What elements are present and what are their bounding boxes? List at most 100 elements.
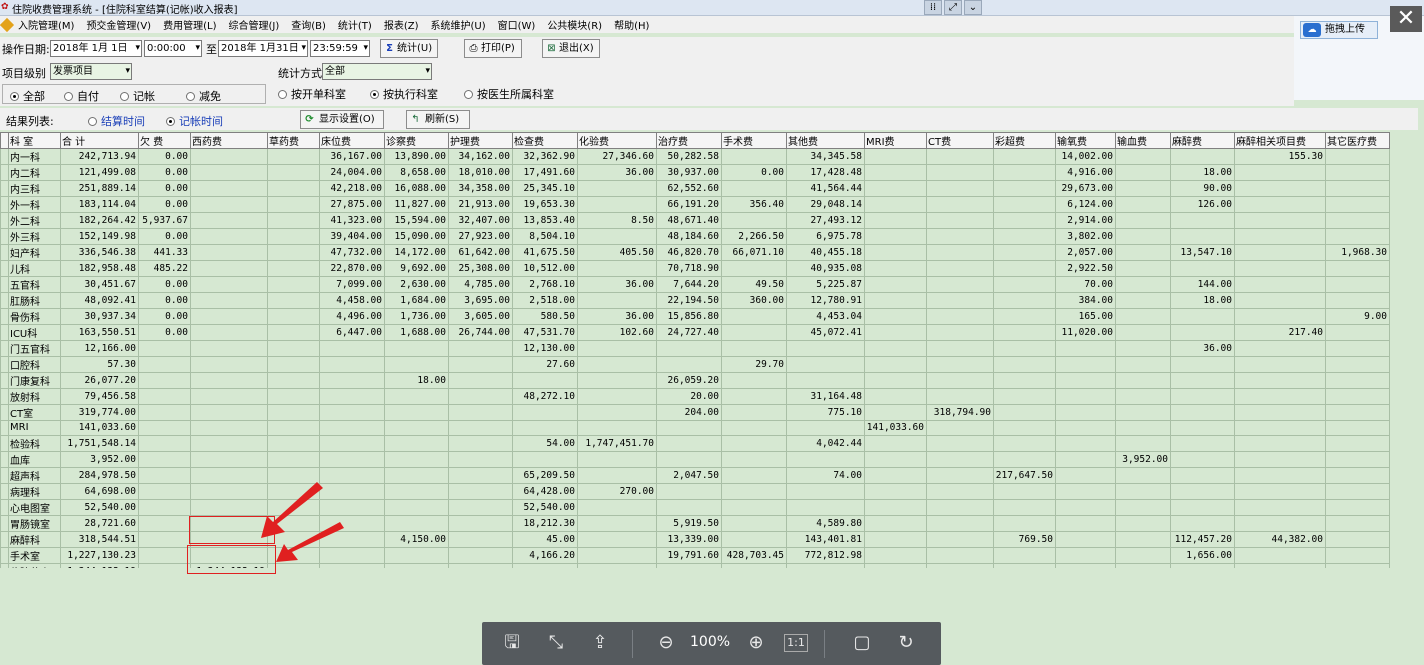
amount-cell[interactable] [1170,562,1235,568]
amount-cell[interactable] [993,482,1056,500]
amount-cell[interactable]: 47,531.70 [512,324,578,341]
amount-cell[interactable] [1325,434,1390,452]
amount-cell[interactable] [1055,356,1116,373]
radio-pay-reduce[interactable]: 减免 [186,88,221,104]
table-row[interactable]: 外三科 152,149.98 0.00 39,404.00 15,090.00 27,92… [0,228,1390,245]
amount-cell[interactable] [448,530,513,548]
amount-cell[interactable]: 34,358.00 [448,180,513,197]
table-row[interactable]: 外二科 182,264.42 5,937.67 41,323.00 15,594.00 3… [0,212,1390,229]
table-row[interactable]: 妇产科 336,546.38 441.33 47,732.00 14,172.00 61,… [0,244,1390,261]
amount-cell[interactable] [1234,260,1326,277]
amount-cell[interactable] [1325,404,1390,421]
amount-cell[interactable] [138,546,191,564]
start-date-picker[interactable]: 2018年 1月 1日 [50,40,142,57]
amount-cell[interactable]: 318,794.90 [926,404,994,421]
amount-cell[interactable]: 0.00 [138,308,191,325]
amount-cell[interactable] [1234,340,1326,357]
amount-cell[interactable] [384,482,449,500]
amount-cell[interactable]: 251,889.14 [60,180,139,197]
amount-cell[interactable] [138,388,191,405]
amount-cell[interactable]: 41,323.00 [319,212,385,229]
amount-cell[interactable] [384,514,449,532]
amount-cell[interactable] [1325,276,1390,293]
amount-cell[interactable] [786,450,865,468]
amount-cell[interactable]: 1,656.00 [1170,546,1235,564]
amount-cell[interactable] [993,164,1056,181]
amount-cell[interactable] [1234,308,1326,325]
amount-cell[interactable] [864,164,927,181]
amount-cell[interactable]: 0.00 [138,228,191,245]
amount-cell[interactable] [267,260,320,277]
amount-cell[interactable] [267,404,320,421]
column-header[interactable]: 护理费 [448,132,513,149]
amount-cell[interactable]: 0.00 [138,148,191,165]
amount-cell[interactable]: 9.00 [1325,308,1390,325]
amount-cell[interactable] [577,292,657,309]
table-row[interactable]: 口腔科 57.30 27.60 29.70 [0,356,1390,373]
amount-cell[interactable] [721,530,787,548]
amount-cell[interactable]: 32,407.00 [448,212,513,229]
amount-cell[interactable] [1055,498,1116,516]
amount-cell[interactable]: 34,162.00 [448,148,513,165]
amount-cell[interactable]: 405.50 [577,244,657,261]
amount-cell[interactable]: 24,727.40 [656,324,722,341]
amount-cell[interactable] [1115,498,1171,516]
amount-cell[interactable]: 360.00 [721,292,787,309]
amount-cell[interactable] [1325,498,1390,516]
amount-cell[interactable]: 141,033.60 [864,420,927,436]
column-header[interactable]: 手术费 [721,132,787,149]
amount-cell[interactable] [1325,388,1390,405]
amount-cell[interactable] [448,404,513,421]
amount-cell[interactable] [577,356,657,373]
amount-cell[interactable] [721,450,787,468]
amount-cell[interactable] [1170,388,1235,405]
table-row[interactable]: 内三科 251,889.14 0.00 42,218.00 16,088.00 34,35… [0,180,1390,197]
amount-cell[interactable] [721,420,787,436]
amount-cell[interactable] [926,196,994,213]
amount-cell[interactable] [993,228,1056,245]
amount-cell[interactable] [1325,420,1390,436]
amount-cell[interactable]: 2,630.00 [384,276,449,293]
amount-cell[interactable] [267,450,320,468]
amount-cell[interactable] [319,434,385,452]
amount-cell[interactable] [448,546,513,564]
amount-cell[interactable]: 155.30 [1234,148,1326,165]
dept-cell[interactable]: 手术室 [8,546,61,564]
amount-cell[interactable] [786,340,865,357]
dept-cell[interactable]: 门康复科 [8,372,61,389]
amount-cell[interactable] [1115,308,1171,325]
amount-cell[interactable]: 152,149.98 [60,228,139,245]
amount-cell[interactable] [1115,514,1171,532]
amount-cell[interactable]: 0.00 [721,164,787,181]
amount-cell[interactable]: 22,870.00 [319,260,385,277]
amount-cell[interactable]: 27.60 [512,356,578,373]
save-icon[interactable]: 🖫 [500,631,524,655]
amount-cell[interactable] [1115,530,1171,548]
amount-cell[interactable]: 27,493.12 [786,212,865,229]
amount-cell[interactable]: 165.00 [1055,308,1116,325]
amount-cell[interactable]: 217.40 [1234,324,1326,341]
amount-cell[interactable] [656,562,722,568]
amount-cell[interactable] [1325,372,1390,389]
amount-cell[interactable] [267,388,320,405]
amount-cell[interactable] [721,404,787,421]
amount-cell[interactable] [926,180,994,197]
amount-cell[interactable] [1170,420,1235,436]
amount-cell[interactable] [993,372,1056,389]
column-header[interactable]: 其它医疗费 [1325,132,1390,149]
amount-cell[interactable] [319,404,385,421]
amount-cell[interactable] [1170,372,1235,389]
amount-cell[interactable] [656,434,722,452]
menu-item[interactable]: 窗口(W) [492,17,542,32]
dept-cell[interactable]: 血库 [8,450,61,468]
amount-cell[interactable]: 2,768.10 [512,276,578,293]
amount-cell[interactable]: 1,968.30 [1325,244,1390,261]
table-row[interactable]: 超声科 284,978.50 65,209.50 2,047.50 74.00 217,6… [0,466,1390,484]
amount-cell[interactable]: 48,184.60 [656,228,722,245]
amount-cell[interactable] [1234,356,1326,373]
amount-cell[interactable]: 3,605.00 [448,308,513,325]
column-header[interactable]: 诊察费 [384,132,449,149]
amount-cell[interactable]: 44,382.00 [1234,530,1326,548]
amount-cell[interactable] [1325,292,1390,309]
amount-cell[interactable] [1115,420,1171,436]
